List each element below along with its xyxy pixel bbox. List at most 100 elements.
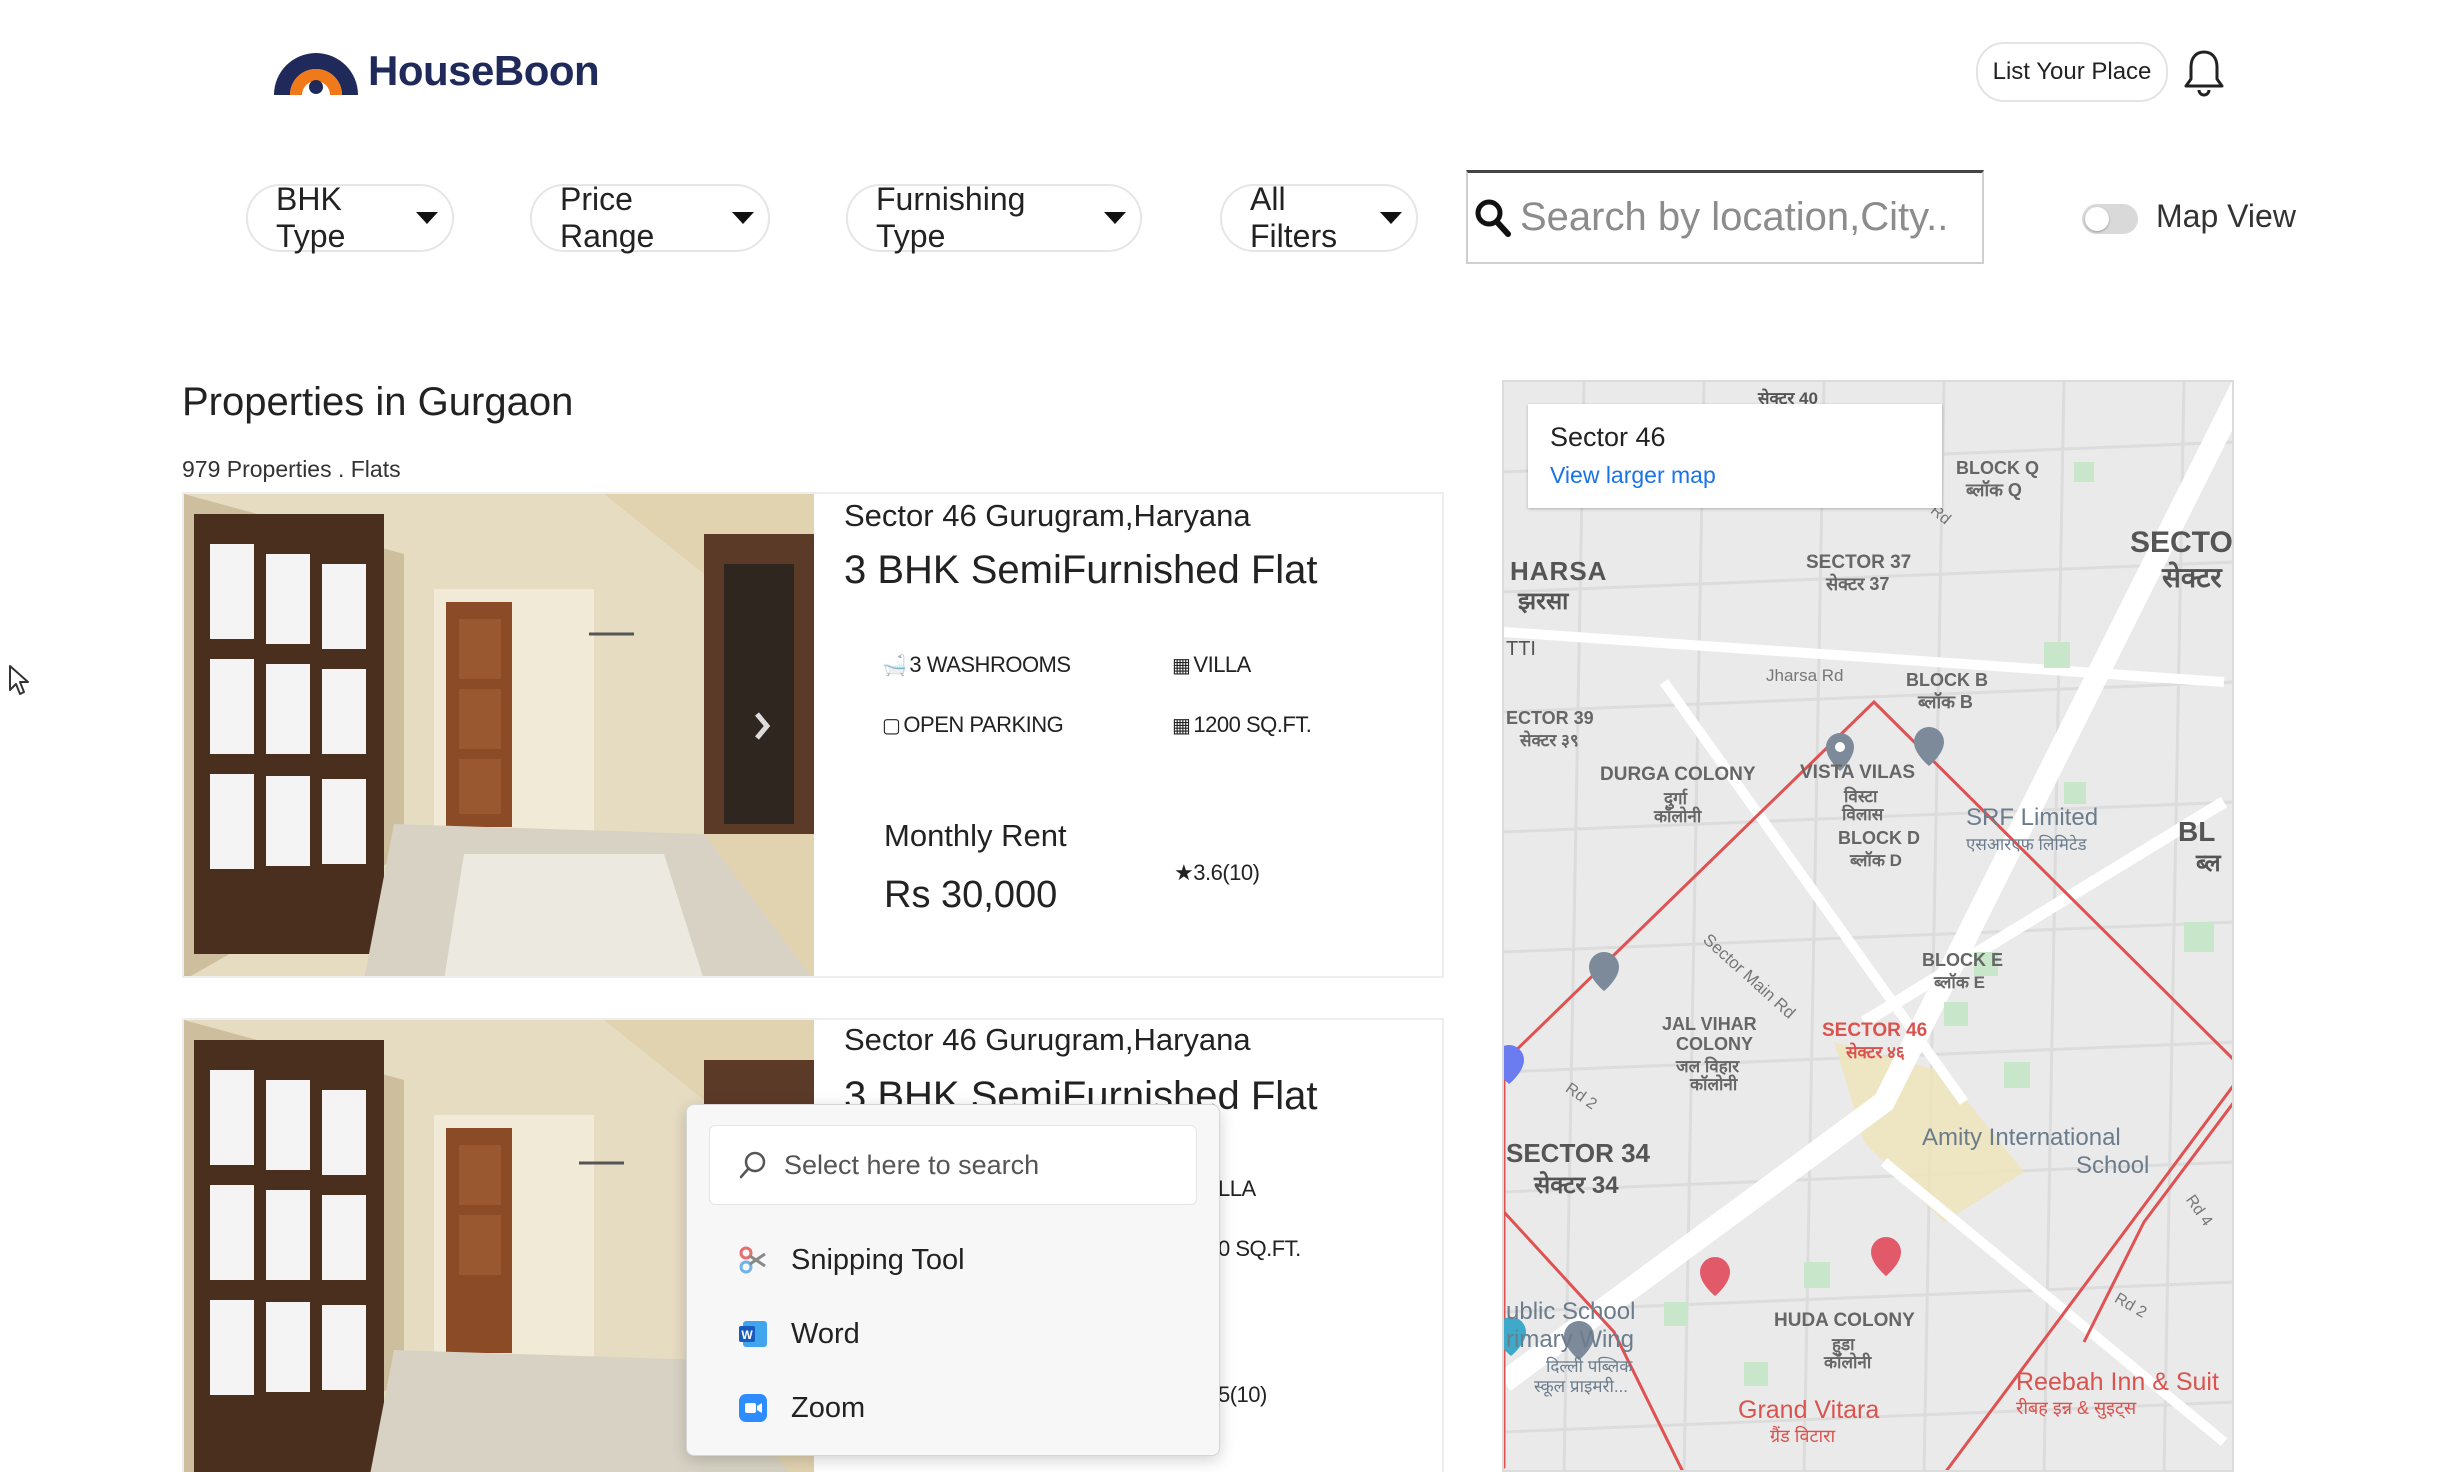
brand-logo[interactable]: HouseBoon <box>268 36 600 106</box>
toggle-knob <box>2085 207 2109 231</box>
filter-bhk-type[interactable]: BHK Type <box>246 181 454 254</box>
map-label: Jharsa Rd <box>1766 666 1844 685</box>
location-search[interactable] <box>1466 170 1984 264</box>
rating: ★3.6(10) <box>1174 860 1260 885</box>
filter-label: All Filters <box>1250 181 1338 254</box>
mouse-cursor-icon <box>9 665 29 695</box>
map-label: BLOCK Q <box>1956 458 2039 478</box>
filter-label: Furnishing Type <box>876 181 1026 254</box>
view-larger-map-link[interactable]: View larger map <box>1550 462 1716 489</box>
map-label-target: सेक्टर ४६ <box>1846 1043 1905 1062</box>
map-label: JAL VIHAR <box>1662 1014 1757 1034</box>
map-poi-hi: रीबह इन्न & सुइट्स <box>2016 1398 2137 1418</box>
map-label: BL <box>2178 816 2216 847</box>
map-label: कॉलोनी <box>1824 1353 1872 1372</box>
map-info-card: Sector 46 View larger map <box>1528 404 1942 508</box>
brand-name: HouseBoon <box>368 47 600 94</box>
map-poi[interactable]: Grand Vitara <box>1738 1396 1879 1425</box>
map-label: TTI <box>1506 638 1536 660</box>
rating: 5(10) <box>1218 1382 1267 1407</box>
caret-down-icon <box>1104 212 1126 224</box>
map-label: SECTOR 37 <box>1806 552 1912 573</box>
search-icon <box>739 1151 766 1179</box>
map-label: SECTOR 34 <box>1506 1138 1651 1168</box>
snipping-tool-icon <box>739 1246 766 1274</box>
map-label: VISTA VILAS <box>1800 762 1916 783</box>
map-info-title: Sector 46 <box>1550 422 1666 452</box>
launcher-item-word[interactable]: W Word <box>737 1309 860 1359</box>
map-poi: rimary Wing <box>1506 1326 1635 1353</box>
map-label: सेक्टर ३९ <box>1520 731 1579 750</box>
launcher-item-label: Word <box>791 1317 860 1350</box>
map-poi-hi: स्कूल प्राइमरी... <box>1534 1377 1629 1396</box>
map-label: BLOCK B <box>1906 670 1988 690</box>
map-label: COLONY <box>1676 1034 1754 1054</box>
page-title: Properties in Gurgaon <box>182 380 574 424</box>
map-view-toggle[interactable] <box>2082 204 2138 234</box>
map-label: कॉलोनी <box>1690 1075 1738 1094</box>
map-label: सेक्टर 37 <box>1826 574 1890 594</box>
houseboon-logo-icon <box>274 53 358 95</box>
map-label: BLOCK D <box>1838 828 1920 848</box>
search-input[interactable] <box>1518 194 1962 241</box>
building-icon: ▦ <box>1172 654 1191 677</box>
launcher-item-zoom[interactable]: Zoom <box>737 1383 865 1433</box>
feature-area: 0 SQ.FT. <box>1218 1236 1301 1261</box>
caret-down-icon <box>1380 212 1402 224</box>
bathtub-icon: 🛁 <box>882 654 907 677</box>
caret-down-icon <box>416 212 438 224</box>
map-label: ब्लॉक D <box>1850 851 1902 870</box>
notification-bell-icon[interactable] <box>2180 46 2228 98</box>
svg-text:W: W <box>741 1328 753 1342</box>
star-icon: ★ <box>1174 860 1194 885</box>
feature-parking: ▢ OPEN PARKING <box>882 712 1064 737</box>
property-photo[interactable] <box>184 494 814 976</box>
map-label: HARSA <box>1510 556 1608 586</box>
map-poi[interactable]: Amity International <box>1922 1124 2121 1152</box>
feature-type: LLA <box>1218 1176 1256 1201</box>
map-poi[interactable]: SRF Limited <box>1966 804 2098 832</box>
feature-type: ▦ VILLA <box>1172 652 1251 677</box>
launcher-item-label: Snipping Tool <box>791 1243 965 1276</box>
map-label: विलास <box>1842 805 1884 824</box>
launcher-search-placeholder: Select here to search <box>784 1149 1040 1180</box>
search-icon <box>1475 199 1511 237</box>
property-title[interactable]: 3 BHK SemiFurnished Flat <box>844 548 1318 593</box>
zoom-icon <box>739 1394 767 1422</box>
rent-label: Monthly Rent <box>884 818 1067 853</box>
launcher-search[interactable]: Select here to search <box>709 1125 1197 1205</box>
app-launcher-popup[interactable]: Select here to search Snipping Tool W Wo… <box>686 1104 1220 1456</box>
map-poi-hi: एसआरएफ लिमिटेड <box>1966 835 2087 854</box>
map-poi: School <box>2076 1152 2150 1179</box>
feature-area: ▦ 1200 SQ.FT. <box>1172 712 1312 737</box>
filter-price-range[interactable]: Price Range <box>530 181 770 254</box>
map-label: BLOCK E <box>1922 950 2003 970</box>
filter-all-filters[interactable]: All Filters <box>1220 181 1418 254</box>
map-label: सेक्टर 34 <box>1534 1172 1619 1199</box>
map-label: SECTO <box>2130 526 2233 559</box>
rent-value: Rs 30,000 <box>884 874 1058 916</box>
list-your-place-button[interactable]: List Your Place <box>1976 42 2168 102</box>
map-label: ब्लॉक E <box>1934 973 1985 992</box>
results-count: 979 Properties . Flats <box>182 456 401 482</box>
filter-label: BHK Type <box>276 181 346 254</box>
map-poi[interactable]: Reebah Inn & Suit <box>2016 1368 2219 1397</box>
map-label: सेक्टर <box>2162 562 2222 593</box>
property-location: Sector 46 Gurugram,Haryana <box>844 1022 1251 1057</box>
filter-label: Price Range <box>560 181 655 254</box>
map-view-label: Map View <box>2156 198 2296 234</box>
caret-down-icon <box>732 212 754 224</box>
map-label: ब्लॉक Q <box>1966 480 2022 500</box>
filter-furnishing-type[interactable]: Furnishing Type <box>846 181 1142 254</box>
feature-washrooms: 🛁 3 WASHROOMS <box>882 652 1071 677</box>
parking-icon: ▢ <box>882 714 901 737</box>
word-icon: W <box>739 1321 767 1347</box>
launcher-item-snipping-tool[interactable]: Snipping Tool <box>737 1235 965 1285</box>
map-poi[interactable]: ublic School <box>1506 1298 1635 1326</box>
map-poi-hi: ग्रैंड विटारा <box>1770 1426 1836 1446</box>
map-label: झरसा <box>1518 588 1569 615</box>
property-card[interactable]: Sector 46 Gurugram,Haryana 3 BHK SemiFur… <box>182 492 1444 978</box>
property-location: Sector 46 Gurugram,Haryana <box>844 498 1251 533</box>
launcher-item-label: Zoom <box>791 1391 866 1424</box>
map-label-target: SECTOR 46 <box>1822 1020 1928 1041</box>
